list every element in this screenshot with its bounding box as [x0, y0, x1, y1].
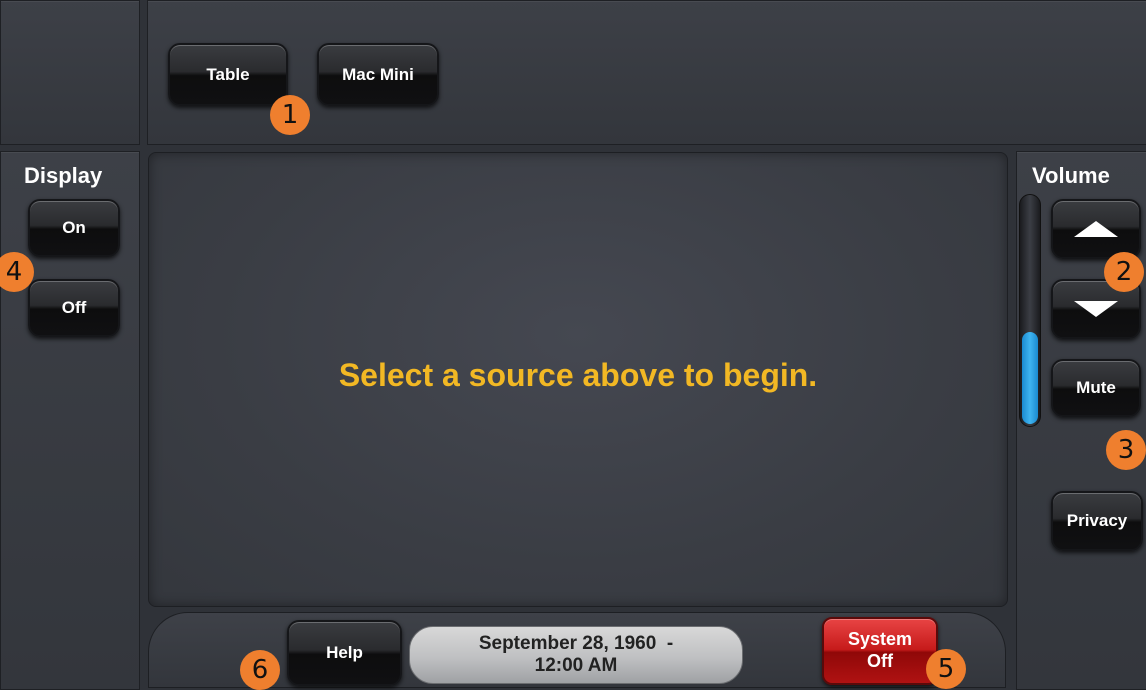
source-table-button[interactable]: Table: [168, 43, 288, 106]
volume-level-fill: [1022, 332, 1038, 424]
volume-up-button[interactable]: [1051, 199, 1141, 259]
system-off-line1: System: [847, 629, 913, 650]
instruction-message: Select a source above to begin.: [338, 357, 818, 393]
display-label: Display: [24, 163, 103, 188]
system-off-button[interactable]: System Off: [822, 617, 938, 685]
volume-level-meter: [1019, 194, 1041, 427]
help-button[interactable]: Help: [287, 620, 402, 686]
arrow-down-icon: [1074, 301, 1118, 317]
volume-label: Volume: [1032, 163, 1110, 188]
date-text: September 28, 1960 -: [478, 633, 674, 655]
system-off-line2: Off: [867, 651, 893, 671]
annotation-badge-1: 1: [270, 95, 310, 135]
annotation-badge-3: 3: [1106, 430, 1146, 470]
privacy-button[interactable]: Privacy: [1051, 491, 1143, 551]
annotation-badge-5: 5: [926, 649, 966, 689]
arrow-up-icon: [1074, 221, 1118, 237]
annotation-badge-2: 2: [1104, 252, 1144, 292]
time-text: 12:00 AM: [534, 655, 618, 676]
top-left-corner-panel: [0, 0, 140, 145]
mute-button[interactable]: Mute: [1051, 359, 1141, 417]
source-mac-mini-button[interactable]: Mac Mini: [317, 43, 439, 106]
main-content-area: Select a source above to begin.: [148, 152, 1008, 607]
display-off-button[interactable]: Off: [28, 279, 120, 337]
date-time-display: September 28, 1960 - 12:00 AM: [409, 626, 743, 684]
annotation-badge-6: 6: [240, 650, 280, 690]
display-on-button[interactable]: On: [28, 199, 120, 257]
